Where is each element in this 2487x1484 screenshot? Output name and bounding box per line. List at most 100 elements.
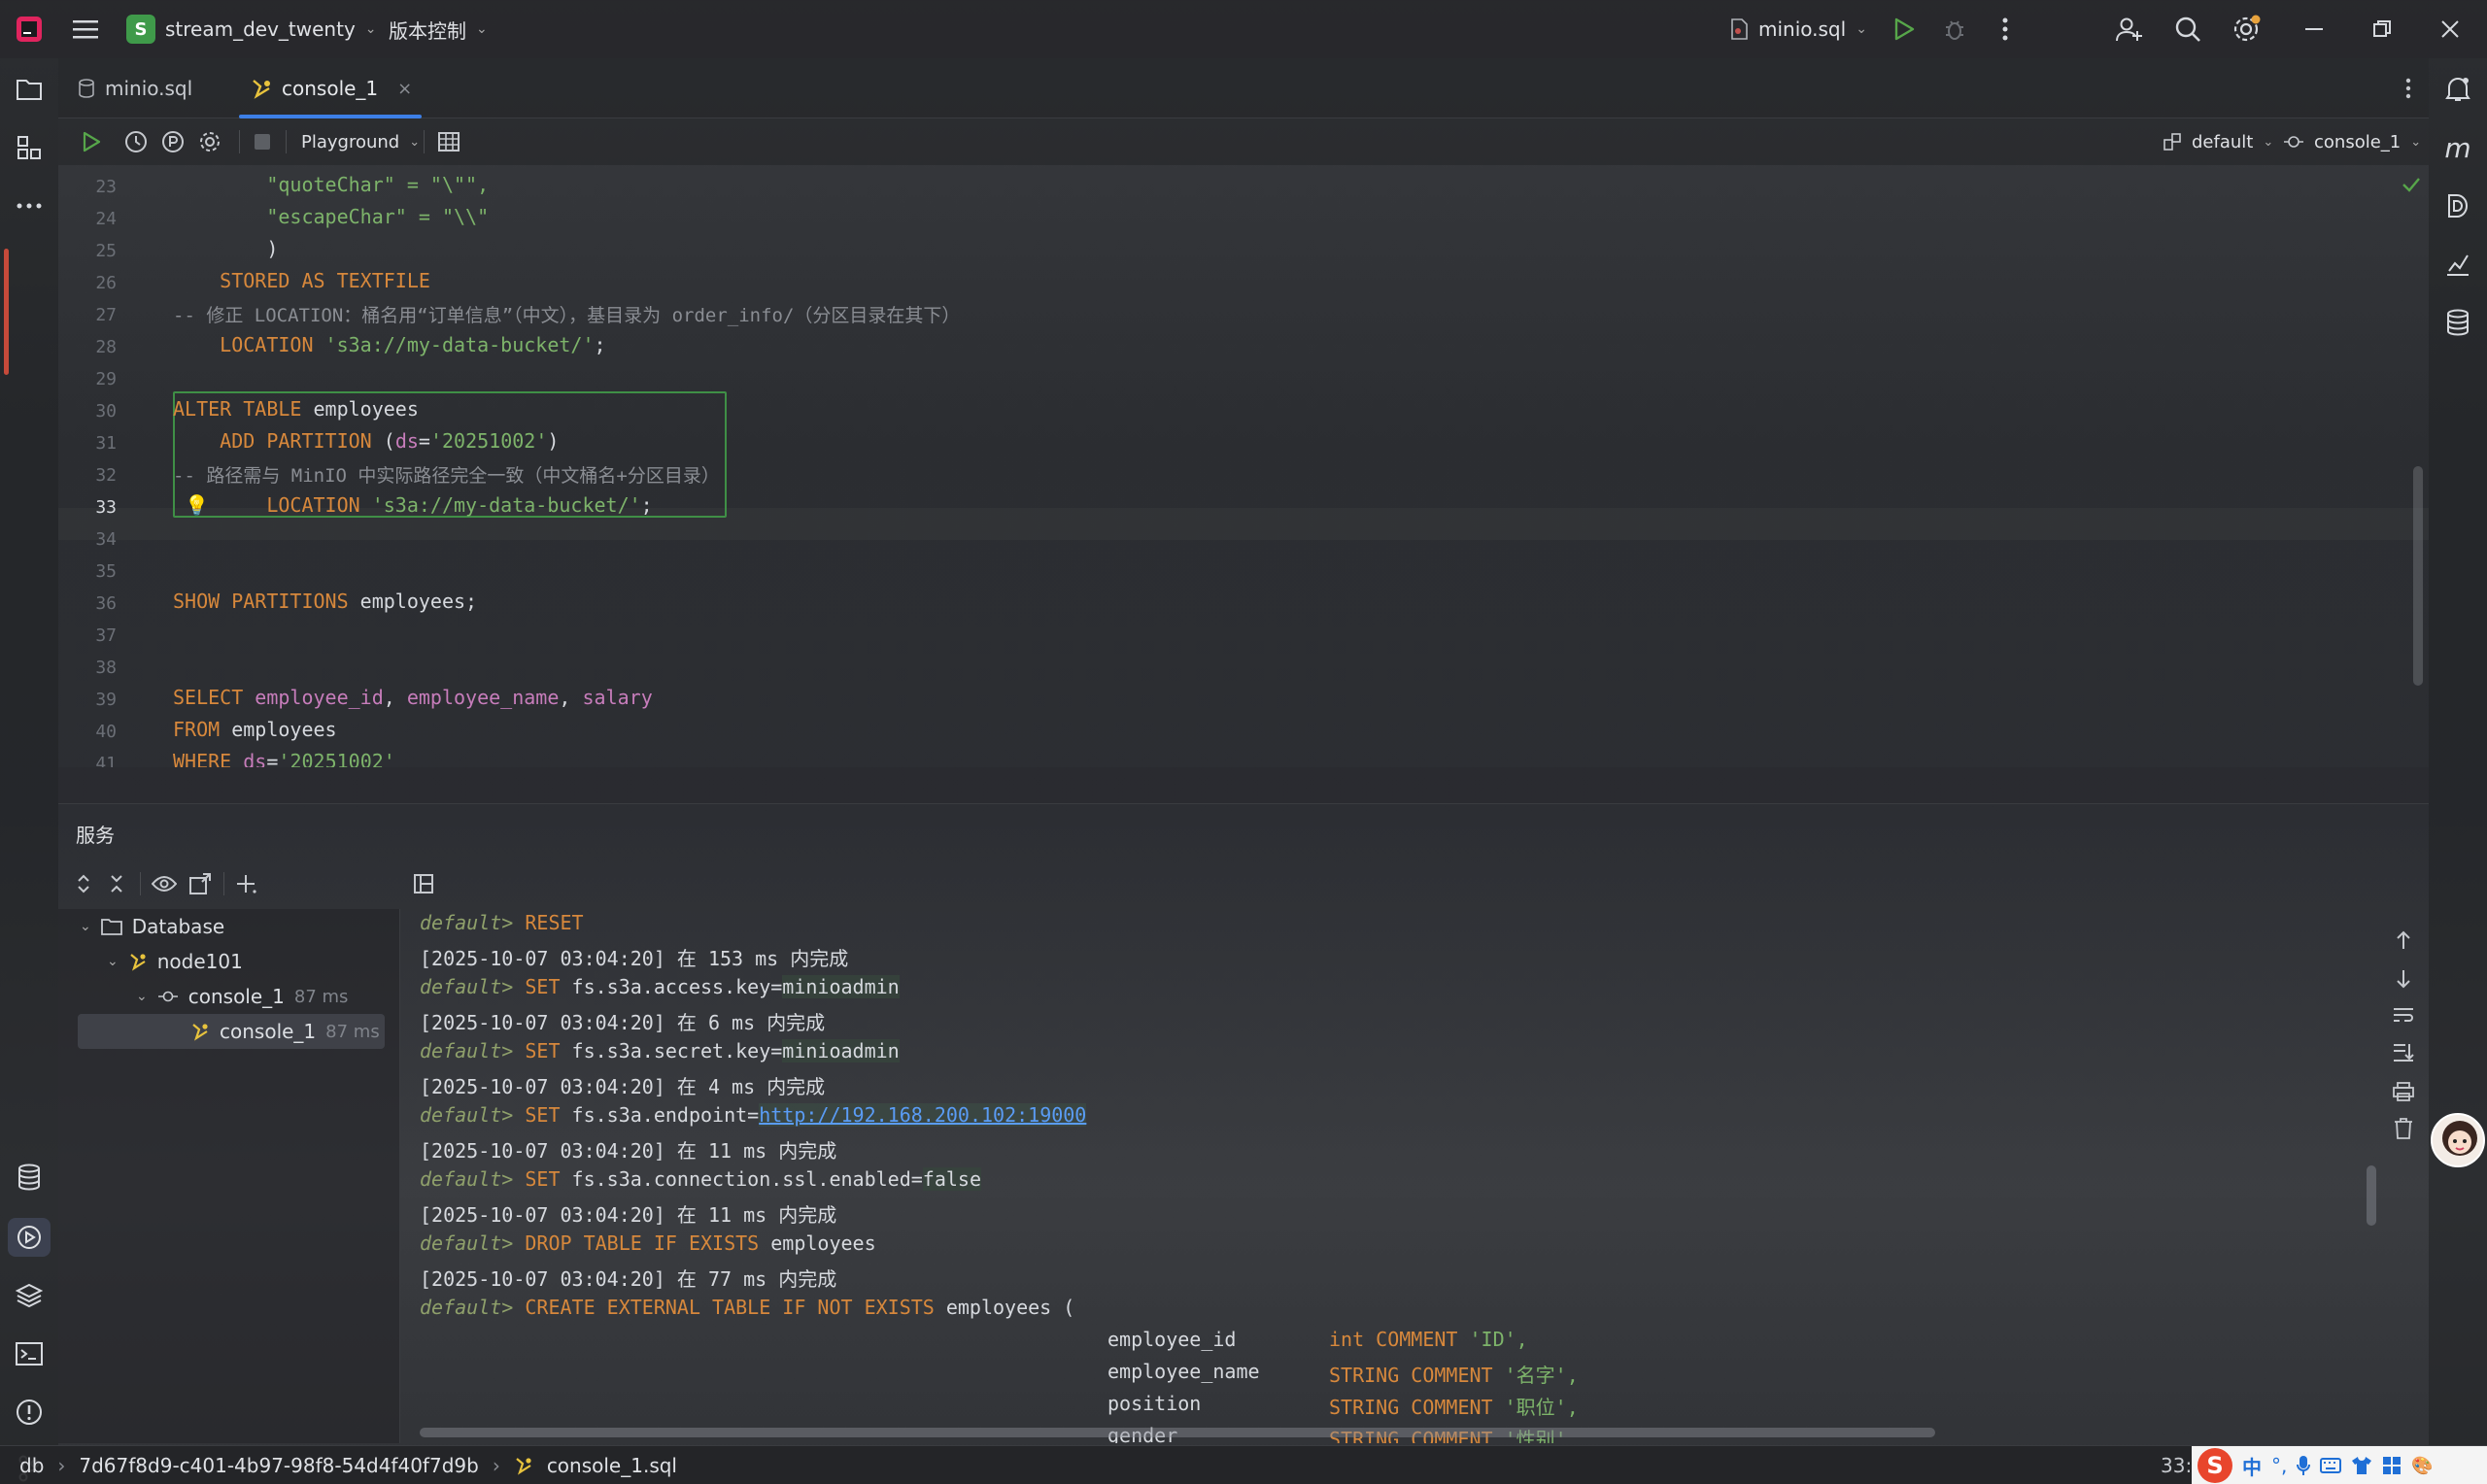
chevron-down-icon: ⌄ [107, 954, 119, 969]
tab-minio-sql[interactable]: minio.sql [78, 58, 192, 118]
console-line: [2025-10-07 03:04:20] 在 11 ms 内完成 [420, 1203, 837, 1227]
more-vertical-icon[interactable] [1990, 14, 2021, 45]
terminal-icon[interactable] [12, 1336, 47, 1371]
sogou-logo-icon[interactable]: S [2197, 1448, 2232, 1483]
code-line: ALTER TABLE employees [173, 397, 419, 421]
tab-options-icon[interactable] [2394, 74, 2423, 103]
profiler-icon[interactable] [2440, 247, 2475, 282]
breadcrumb-db[interactable]: db [19, 1454, 44, 1477]
services-panel-header: 服务 [58, 804, 2429, 859]
skin-icon[interactable] [2351, 1456, 2372, 1475]
app-logo-icon[interactable] [14, 14, 45, 45]
new-window-icon[interactable] [187, 870, 214, 897]
eye-icon[interactable] [150, 870, 179, 897]
arrow-up-icon[interactable] [2390, 927, 2417, 954]
markdown-icon[interactable]: m [2440, 130, 2475, 165]
arrow-down-icon[interactable] [2390, 965, 2417, 993]
hive-icon [128, 952, 148, 971]
explain-plan-icon[interactable] [159, 128, 187, 155]
table-view-icon[interactable] [435, 128, 462, 155]
ime-language[interactable]: 中 [2242, 1452, 2262, 1480]
chevron-down-icon: ⌄ [476, 21, 488, 37]
panel-splitter[interactable] [58, 767, 2429, 804]
services-icon[interactable] [8, 1218, 51, 1257]
problems-icon[interactable] [12, 1395, 47, 1430]
endpoint-link[interactable]: http://192.168.200.102:19000 [759, 1103, 1087, 1127]
collapse-all-icon[interactable] [103, 870, 130, 897]
divider [424, 130, 425, 153]
console-icon [251, 78, 272, 99]
project-name: stream_dev_twenty [165, 17, 356, 41]
assistant-avatar[interactable] [2431, 1113, 2485, 1167]
search-icon[interactable] [2172, 14, 2203, 45]
tree-item-console[interactable]: console_1 87 ms [190, 1014, 380, 1049]
playground-mode-selector[interactable]: Playground ⌄ [301, 128, 420, 155]
close-window-icon[interactable] [2435, 14, 2466, 45]
notifications-bell-icon[interactable] [2440, 72, 2475, 107]
toolbox-icon[interactable] [2382, 1456, 2402, 1475]
console-output[interactable]: default> RESET [2025-10-07 03:04:20] 在 1… [400, 909, 2378, 1443]
code-editor[interactable]: 23 "quoteChar" = "\"", 24 "escapeChar" =… [58, 165, 2429, 767]
more-horizontal-icon[interactable] [12, 188, 47, 223]
structure-icon[interactable] [12, 130, 47, 165]
debug-icon[interactable] [1939, 14, 1970, 45]
session-selector[interactable]: console_1 ⌄ [2283, 128, 2421, 155]
sticker-icon[interactable]: 🎨 [2411, 1456, 2433, 1476]
tree-item-database[interactable]: ⌄ Database [80, 909, 224, 944]
line-number: 39 [95, 690, 117, 710]
project-badge: S [126, 15, 155, 44]
vcs-menu[interactable]: 版本控制 ⌄ [389, 14, 488, 45]
history-icon[interactable] [122, 128, 150, 155]
settings-icon[interactable] [196, 128, 223, 155]
console-line: [2025-10-07 03:04:20] 在 77 ms 内完成 [420, 1267, 837, 1291]
d-plugin-icon[interactable] [2440, 188, 2475, 223]
schema-selector[interactable]: default ⌄ [2163, 128, 2273, 155]
tab-console-1[interactable]: console_1 × [238, 58, 423, 118]
add-service-icon[interactable] [233, 870, 260, 897]
microphone-icon[interactable] [2297, 1455, 2311, 1476]
breadcrumb-file[interactable]: console_1.sql [547, 1454, 677, 1477]
project-selector[interactable]: S stream_dev_twenty ⌄ [126, 14, 377, 45]
scroll-marker [4, 249, 9, 375]
run-config-selector[interactable]: minio.sql ⌄ [1729, 14, 1867, 45]
console-column-def: employee_name [1107, 1360, 1260, 1383]
database-panel-icon[interactable] [2440, 305, 2475, 340]
soft-wrap-icon[interactable] [2390, 1002, 2417, 1029]
console-column-def: int COMMENT 'ID', [1329, 1328, 1528, 1351]
code-line: WHERE ds='20251002' [173, 750, 395, 767]
console-line: default> RESET [420, 911, 584, 934]
chevron-down-icon: ⌄ [364, 21, 377, 37]
tree-label: console_1 [187, 985, 285, 1008]
tree-item-node101[interactable]: ⌄ node101 [107, 944, 243, 979]
folder-icon[interactable] [12, 72, 47, 107]
layers-icon[interactable] [12, 1278, 47, 1313]
close-tab-icon[interactable]: × [397, 79, 412, 99]
tree-item-session[interactable]: ⌄ console_1 87 ms [136, 979, 348, 1014]
print-icon[interactable] [2390, 1078, 2417, 1105]
run-icon[interactable] [1889, 14, 1920, 45]
session-icon [2283, 132, 2304, 152]
breadcrumb: db › 7d67f8d9-c401-4b97-98f8-54d4f40f7d9… [19, 1452, 677, 1479]
console-hscrollbar[interactable] [420, 1428, 1935, 1437]
minimize-icon[interactable] [2299, 14, 2330, 45]
restore-icon[interactable] [2367, 14, 2398, 45]
keyboard-icon[interactable] [2320, 1458, 2342, 1473]
main-menu-icon[interactable] [70, 14, 101, 45]
execute-icon[interactable] [78, 128, 105, 155]
settings-gear-icon[interactable] [2231, 14, 2262, 45]
layout-toggle-icon[interactable] [410, 870, 437, 897]
console-column-def: position [1107, 1392, 1202, 1415]
title-bar: S stream_dev_twenty ⌄ 版本控制 ⌄ minio.sql ⌄ [0, 0, 2487, 58]
add-user-icon[interactable] [2114, 14, 2145, 45]
expand-all-icon[interactable] [70, 870, 97, 897]
clear-trash-icon[interactable] [2390, 1115, 2417, 1142]
editor-scrollbar[interactable] [2413, 466, 2423, 686]
console-vscrollbar[interactable] [2367, 1165, 2376, 1226]
scroll-to-end-icon[interactable] [2390, 1039, 2417, 1066]
breadcrumb-session[interactable]: 7d67f8d9-c401-4b97-98f8-54d4f40f7d9b [79, 1454, 478, 1477]
punctuation-icon[interactable]: °, [2271, 1454, 2287, 1477]
stop-icon[interactable] [249, 128, 276, 155]
divider [140, 872, 141, 895]
console-column-def: employee_id [1107, 1328, 1237, 1351]
database-icon[interactable] [12, 1160, 47, 1195]
